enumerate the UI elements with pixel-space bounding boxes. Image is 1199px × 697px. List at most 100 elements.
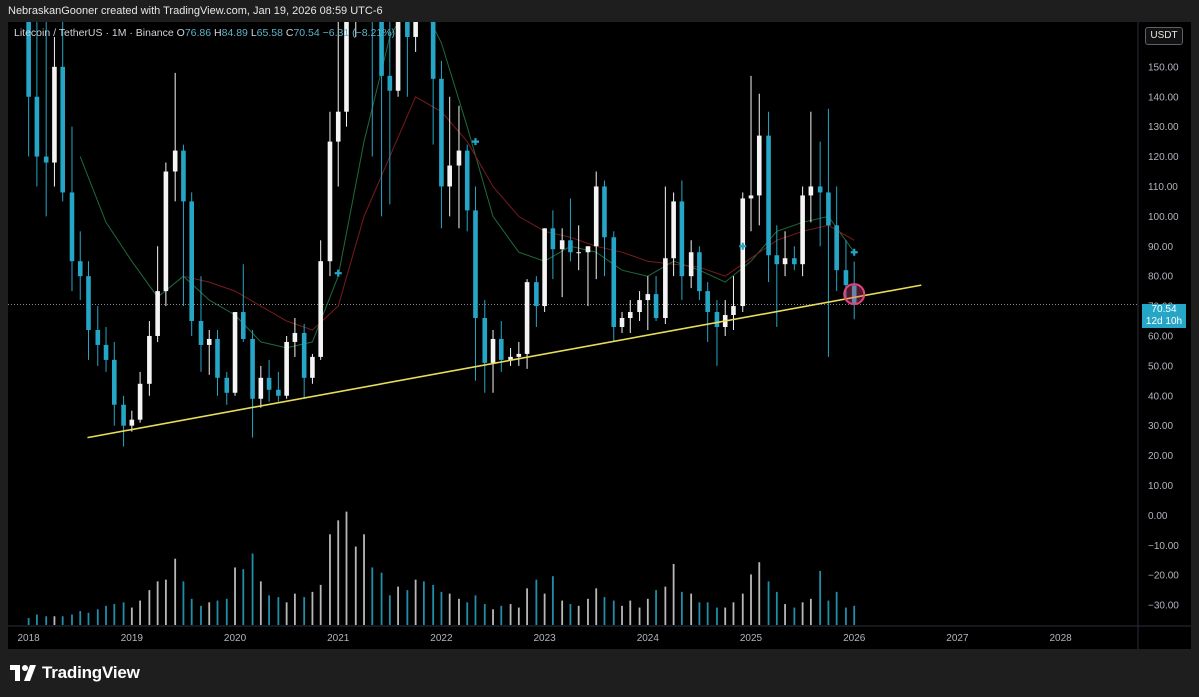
candle-body[interactable] (301, 332, 307, 378)
candle-body[interactable] (395, 22, 401, 91)
candle-body[interactable] (103, 344, 109, 360)
candle-body[interactable] (550, 228, 556, 250)
candle-body[interactable] (473, 210, 478, 319)
candle-body[interactable] (52, 66, 57, 163)
candle-body[interactable] (826, 192, 831, 226)
currency-button[interactable]: USDT (1145, 27, 1183, 45)
candle-body[interactable] (774, 255, 780, 265)
price-chart[interactable]: 160.00150.00140.00130.00120.00110.00100.… (8, 22, 1191, 649)
candle-body[interactable] (292, 332, 298, 342)
candle-body[interactable] (740, 198, 746, 307)
candle-body[interactable] (679, 201, 685, 277)
candle-body[interactable] (95, 329, 101, 345)
candle-body[interactable] (627, 312, 633, 319)
candle-body[interactable] (464, 150, 470, 211)
candle-body[interactable] (714, 312, 720, 327)
change-value: −6.31 (−8.21%) (322, 27, 396, 39)
candle-body[interactable] (688, 252, 694, 277)
candle-body[interactable] (645, 294, 651, 301)
candle-body[interactable] (206, 338, 212, 345)
candle-body[interactable] (172, 150, 178, 172)
candle-body[interactable] (697, 252, 702, 292)
candle-body[interactable] (284, 341, 289, 396)
candle-body[interactable] (310, 356, 315, 378)
candle-body[interactable] (653, 294, 659, 319)
highlight-circle[interactable] (843, 283, 866, 306)
candle-body[interactable] (60, 66, 65, 193)
candle-body[interactable] (731, 306, 736, 316)
candle-body[interactable] (559, 240, 565, 250)
candle-body[interactable] (534, 282, 539, 307)
candle-body[interactable] (327, 141, 333, 262)
chart-frame[interactable]: 160.00150.00140.00130.00120.00110.00100.… (8, 22, 1191, 649)
volume-bar (190, 598, 193, 625)
candle-body[interactable] (189, 201, 194, 322)
candle-body[interactable] (163, 171, 169, 292)
candle-body[interactable] (413, 22, 418, 37)
candle-body[interactable] (266, 377, 272, 390)
candle-body[interactable] (69, 192, 75, 262)
candle-body[interactable] (34, 96, 40, 157)
candle-body[interactable] (181, 150, 186, 202)
candle-body[interactable] (800, 195, 805, 265)
candle-body[interactable] (137, 383, 143, 420)
candle-body[interactable] (756, 135, 762, 196)
candle-body[interactable] (671, 201, 676, 259)
price-tick-label: 130.00 (1148, 122, 1179, 133)
candle-body[interactable] (792, 258, 797, 265)
candle-body[interactable] (817, 186, 823, 193)
candle-body[interactable] (766, 135, 771, 256)
candle-body[interactable] (498, 338, 504, 360)
candle-body[interactable] (808, 186, 814, 196)
candle-body[interactable] (748, 195, 754, 199)
candle-body[interactable] (43, 156, 49, 163)
candle-body[interactable] (232, 312, 238, 393)
volume-bar (371, 567, 374, 625)
candle-body[interactable] (568, 240, 573, 253)
candle-body[interactable] (611, 237, 617, 327)
candle-body[interactable] (663, 258, 668, 319)
candle-body[interactable] (782, 258, 788, 265)
candle-body[interactable] (250, 338, 255, 399)
candle-body[interactable] (542, 228, 547, 307)
candle-body[interactable] (215, 338, 220, 378)
candle-body[interactable] (524, 282, 530, 354)
candle-body[interactable] (439, 78, 444, 187)
candle-body[interactable] (198, 321, 204, 345)
candle-body[interactable] (516, 353, 522, 357)
tradingview-logo[interactable]: TradingView (10, 663, 140, 683)
candle-body[interactable] (129, 419, 135, 426)
candle-body[interactable] (147, 335, 152, 384)
candle-body[interactable] (121, 404, 126, 426)
candle-body[interactable] (834, 225, 839, 271)
candle-body[interactable] (77, 261, 83, 277)
candle-body[interactable] (335, 111, 341, 142)
candle-body[interactable] (430, 22, 436, 79)
candle-body[interactable] (576, 252, 581, 254)
candle-body[interactable] (318, 261, 323, 357)
candle-body[interactable] (387, 75, 393, 91)
candle-body[interactable] (602, 186, 607, 238)
candle-body[interactable] (276, 389, 281, 396)
candle-body[interactable] (224, 377, 230, 393)
candle-body[interactable] (637, 300, 642, 313)
candle-body[interactable] (585, 246, 591, 253)
candle-body[interactable] (843, 270, 849, 286)
candle-body[interactable] (619, 318, 625, 327)
plot-area[interactable] (8, 22, 1138, 625)
candle-body[interactable] (240, 312, 246, 339)
candle-body[interactable] (490, 338, 496, 363)
candle-body[interactable] (705, 291, 710, 313)
candle-body[interactable] (258, 377, 264, 399)
candle-body[interactable] (86, 276, 91, 330)
candle-body[interactable] (111, 359, 117, 405)
candle-body[interactable] (447, 165, 452, 187)
candle-body[interactable] (155, 291, 160, 336)
symbol-name[interactable]: Litecoin / TetherUS · 1M · Binance (14, 27, 174, 39)
candle-body[interactable] (593, 186, 599, 247)
candle-body[interactable] (405, 22, 410, 37)
support-trendline[interactable] (87, 284, 922, 439)
candle-body[interactable] (456, 150, 462, 166)
candle-body[interactable] (482, 318, 488, 363)
volume-bar (113, 604, 116, 625)
